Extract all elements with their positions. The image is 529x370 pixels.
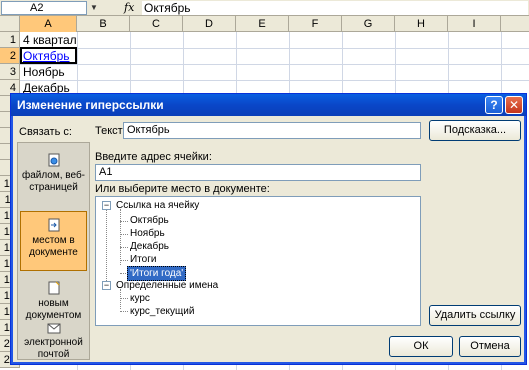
tree-item[interactable]: Октябрь [130, 214, 169, 227]
email-icon [47, 321, 61, 335]
column-header-f[interactable]: F [289, 16, 342, 32]
tree-connector [120, 234, 128, 235]
text-label: Текст: [95, 125, 126, 137]
link-to-file-web-page[interactable]: файлом, веб-страницей [20, 147, 87, 207]
collapse-icon[interactable]: − [102, 281, 111, 290]
collapse-icon[interactable]: − [102, 201, 111, 210]
remove-link-button[interactable]: Удалить ссылку [429, 305, 521, 326]
column-header-c[interactable]: C [130, 16, 183, 32]
ok-button[interactable]: ОК [389, 336, 453, 357]
column-header-e[interactable]: E [236, 16, 289, 32]
gridline [20, 80, 529, 81]
cancel-button[interactable]: Отмена [459, 336, 521, 357]
tree-connector [120, 298, 128, 299]
tree-connector [120, 221, 128, 222]
row-header[interactable]: 1 [0, 32, 20, 48]
column-header-b[interactable]: B [77, 16, 130, 32]
help-button[interactable]: ? [485, 96, 503, 114]
link-type-label: файлом, веб-страницей [21, 170, 86, 193]
tree-connector [120, 247, 128, 248]
name-box-dropdown-icon[interactable]: ▼ [88, 1, 100, 15]
tree-connector [120, 260, 128, 261]
link-to-panel: файлом, веб-страницей местом в документе… [17, 142, 90, 360]
new-document-icon [47, 281, 61, 295]
gridline [20, 64, 529, 65]
cell-address-label: Введите адрес ячейки: [95, 151, 212, 163]
link-type-label: местом в документе [29, 235, 78, 258]
tree-item[interactable]: Итоги [130, 253, 156, 266]
close-button[interactable]: ✕ [505, 96, 523, 114]
tree-group-cell-reference[interactable]: Ссылка на ячейку [116, 199, 199, 212]
edit-hyperlink-dialog: Изменение гиперссылки ? ✕ Связать с: фай… [10, 93, 527, 365]
cell-a3[interactable]: Ноябрь [23, 64, 65, 80]
column-header-h[interactable]: H [395, 16, 448, 32]
tree-item[interactable]: курс_текущий [130, 305, 194, 318]
tree-group-defined-names[interactable]: Определенные имена [116, 279, 218, 292]
column-header-g[interactable]: G [342, 16, 395, 32]
place-in-document-icon [47, 218, 61, 232]
name-box[interactable]: A2 [1, 1, 87, 15]
insert-function-icon[interactable]: fx [124, 1, 138, 15]
cell-address-input[interactable]: A1 [95, 164, 421, 181]
screentip-button[interactable]: Подсказка... [429, 120, 521, 141]
column-headers: A B C D E F G H I [0, 16, 529, 32]
tree-connector [120, 311, 128, 312]
row-header[interactable]: 2 [0, 48, 20, 64]
formula-bar: A2 ▼ fx Октябрь [0, 0, 529, 16]
column-header-d[interactable]: D [183, 16, 236, 32]
link-to-place-in-document[interactable]: местом в документе [20, 211, 87, 271]
tree-connector [120, 289, 121, 309]
tree-item[interactable]: курс [130, 292, 150, 305]
column-header-i[interactable]: I [448, 16, 501, 32]
row-header[interactable]: 3 [0, 64, 20, 80]
place-in-document-label: Или выберите место в документе: [95, 183, 270, 195]
link-type-label: электронной почтой [24, 337, 83, 360]
formula-input[interactable]: Октябрь [142, 1, 528, 15]
select-all-corner[interactable] [0, 16, 20, 32]
link-type-label: новым документом [25, 298, 82, 321]
cell-a1[interactable]: 4 квартал [23, 32, 77, 48]
web-page-icon [47, 153, 61, 167]
tree-item[interactable]: Декабрь [130, 240, 169, 253]
link-to-label: Связать с: [19, 126, 72, 138]
tree-connector [106, 207, 107, 287]
tree-connector [120, 209, 121, 265]
document-place-tree[interactable]: − Ссылка на ячейку Октябрь Ноябрь Декабр… [95, 196, 421, 326]
link-to-email[interactable]: электронной почтой [20, 323, 87, 360]
active-cell-border [20, 47, 77, 64]
column-header-a[interactable]: A [20, 16, 77, 32]
dialog-title[interactable]: Изменение гиперссылки [11, 94, 526, 116]
text-to-display-input[interactable]: Октябрь [123, 122, 421, 139]
tree-item[interactable]: Ноябрь [130, 227, 165, 240]
gridline [20, 48, 529, 49]
